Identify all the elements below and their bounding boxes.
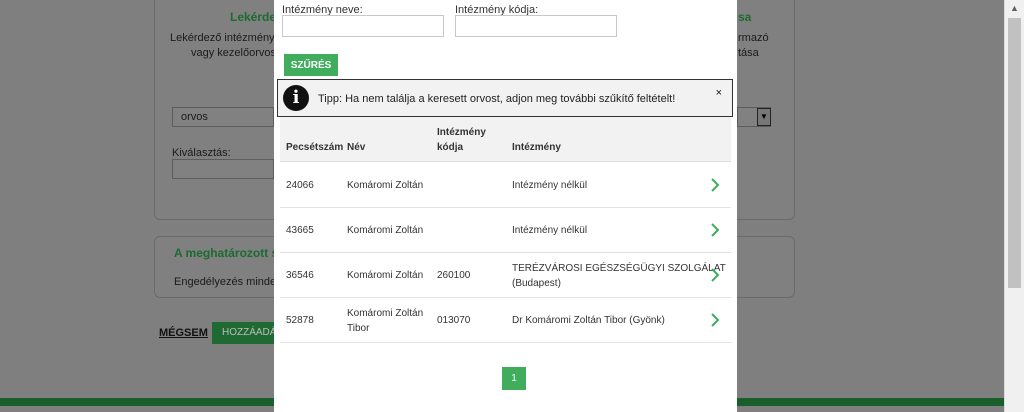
table-row[interactable]: 52878 Komáromi Zoltán Tibor 013070 Dr Ko…	[280, 298, 731, 343]
table-row[interactable]: 36546 Komáromi Zoltán 260100 TERÉZVÁROSI…	[280, 253, 731, 298]
add-button: HOZZÁADÁS	[212, 322, 283, 344]
chevron-down-icon: ▼	[757, 108, 771, 126]
column-header-code-line2: kódja	[437, 142, 464, 153]
pagination-page-1[interactable]: 1	[502, 367, 526, 390]
table-header: Pecsétszám Név Intézmény kódja Intézmény	[280, 117, 731, 162]
cell-name: Komáromi Zoltán	[347, 270, 424, 281]
cell-name: Komáromi Zoltán	[347, 180, 424, 191]
background-select-label: Kiválasztás:	[172, 147, 231, 159]
cell-code: 013070	[437, 315, 471, 326]
scroll-up-arrow-icon[interactable]: ▲	[1005, 0, 1024, 17]
chevron-right-icon[interactable]	[709, 223, 721, 237]
cell-stamp: 24066	[286, 180, 314, 191]
background-panel-text: vagy kezelőorvos k	[191, 47, 285, 59]
background-panel-text: tása	[738, 47, 759, 59]
cell-stamp: 52878	[286, 315, 314, 326]
cell-institution: Dr Komáromi Zoltán Tibor (Gyönk)	[512, 315, 665, 326]
filter-button[interactable]: SZŰRÉS	[284, 54, 338, 76]
doctor-search-modal: Intézmény neve: Intézmény kódja: SZŰRÉS …	[274, 0, 737, 412]
background-panel-text: Lekérdező intézmény, sz	[170, 32, 291, 44]
tip-text: Tipp: Ha nem találja a keresett orvost, …	[318, 93, 676, 105]
background-select-value: orvos	[181, 111, 208, 123]
tip-alert: i Tipp: Ha nem találja a keresett orvost…	[277, 79, 733, 117]
info-icon: i	[283, 85, 309, 111]
background-panel-text: rmazó	[738, 32, 769, 44]
table-row[interactable]: 43665 Komáromi Zoltán Intézmény nélkül	[280, 208, 731, 253]
close-icon[interactable]: ×	[716, 87, 722, 99]
cell-name-line2: Tibor	[347, 323, 370, 334]
background-panel-title: A meghatározott sz	[174, 246, 285, 260]
column-header-institution: Intézmény	[512, 142, 561, 153]
page-scrollbar[interactable]: ▲	[1004, 0, 1024, 412]
cell-stamp: 43665	[286, 225, 314, 236]
institution-code-input[interactable]	[455, 15, 617, 37]
table-row[interactable]: 24066 Komáromi Zoltán Intézmény nélkül	[280, 163, 731, 208]
chevron-right-icon[interactable]	[709, 268, 721, 282]
cell-institution: TERÉZVÁROSI EGÉSZSÉGÜGYI SZOLGÁLAT	[512, 263, 726, 274]
chevron-right-icon[interactable]	[709, 178, 721, 192]
cancel-link: MÉGSEM	[159, 327, 208, 339]
cell-stamp: 36546	[286, 270, 314, 281]
cell-institution-line2: (Budapest)	[512, 278, 561, 289]
background-input	[172, 159, 274, 179]
doctor-results-table: Pecsétszám Név Intézmény kódja Intézmény…	[280, 117, 731, 343]
column-header-code: Intézmény	[437, 127, 486, 138]
cell-name: Komáromi Zoltán	[347, 225, 424, 236]
column-header-stamp: Pecsétszám	[286, 142, 344, 153]
cell-code: 260100	[437, 270, 471, 281]
cell-institution: Intézmény nélkül	[512, 225, 588, 236]
cell-institution: Intézmény nélkül	[512, 180, 588, 191]
background-panel-title-right: sa	[738, 10, 752, 24]
institution-name-input[interactable]	[282, 15, 444, 37]
cell-name: Komáromi Zoltán	[347, 308, 424, 319]
scroll-thumb[interactable]	[1008, 18, 1021, 288]
column-header-name: Név	[347, 142, 366, 153]
chevron-right-icon[interactable]	[709, 313, 721, 327]
